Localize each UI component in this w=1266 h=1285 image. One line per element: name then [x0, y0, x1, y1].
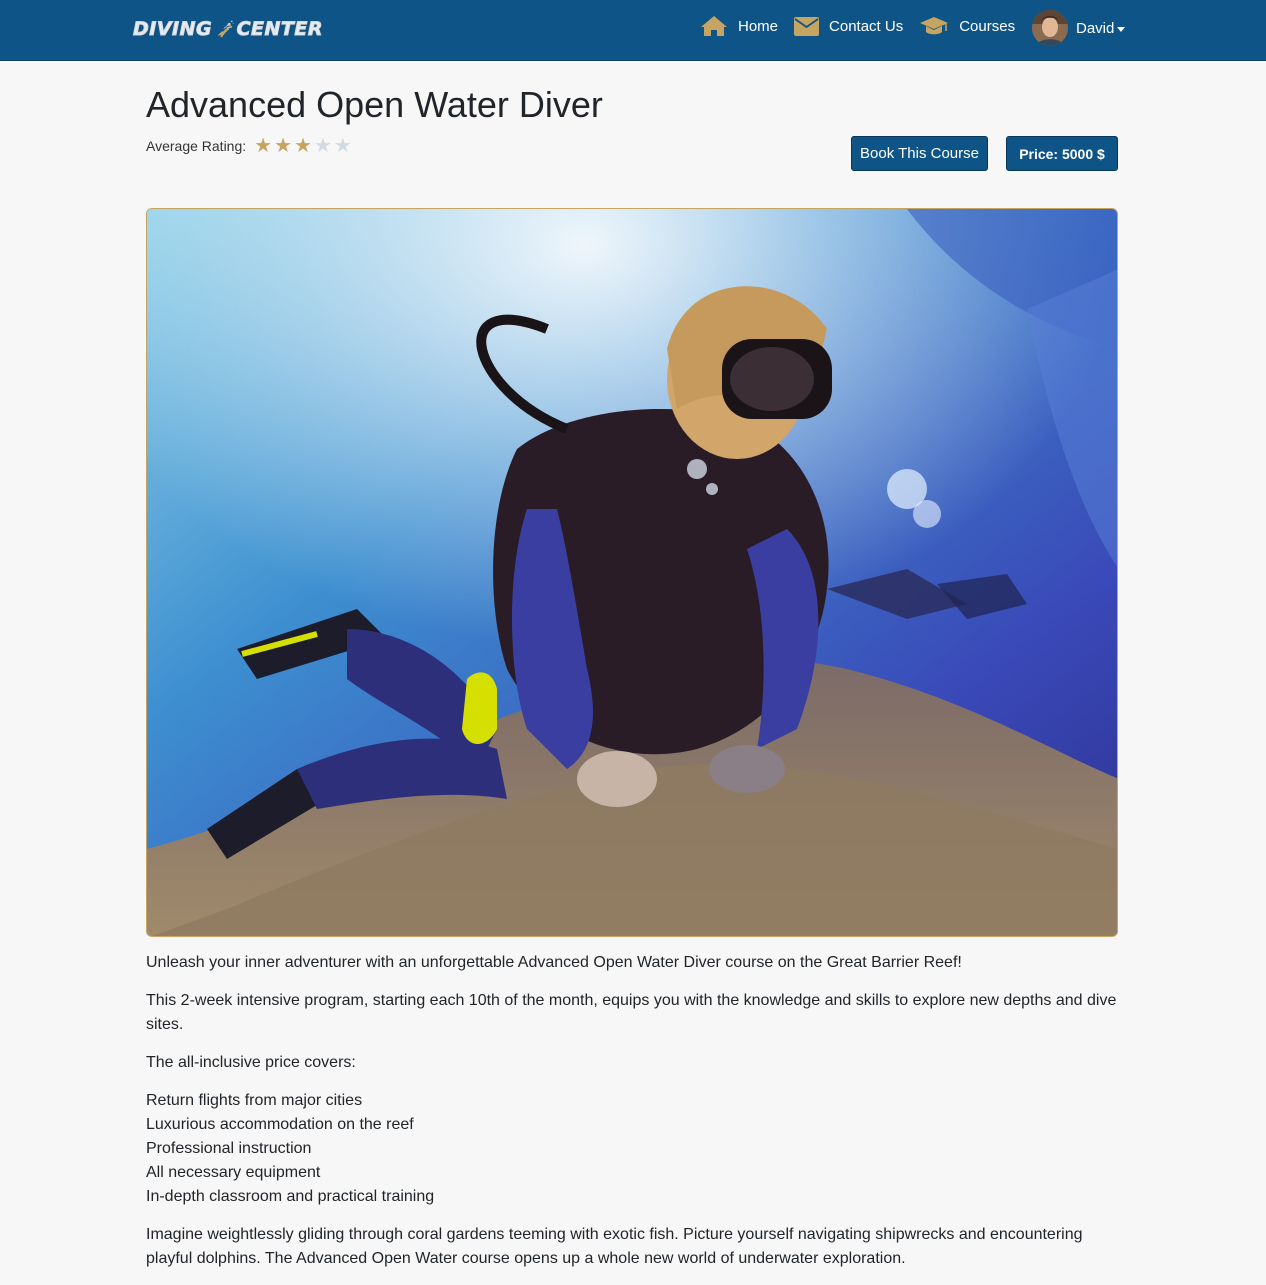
envelope-icon [794, 16, 820, 36]
rating-stars: ★ ★ ★ ★ ★ [254, 136, 354, 156]
star-empty-icon: ★ [333, 135, 352, 157]
rating-label: Average Rating: [146, 138, 247, 154]
list-item: Return flights from major cities [146, 1092, 363, 1109]
nav-courses[interactable]: Courses [919, 16, 1015, 36]
user-menu[interactable]: David [1032, 10, 1126, 46]
nav-courses-label: Courses [959, 17, 1016, 35]
main-nav: Home Contact Us Courses [700, 0, 1031, 52]
list-item: Professional instruction [146, 1140, 312, 1157]
star-filled-icon: ★ [254, 135, 273, 157]
nav-contact-label: Contact Us [829, 17, 904, 35]
home-icon [701, 16, 727, 36]
diving-center-logo[interactable]: DIVING CENTER [132, 8, 323, 50]
list-item: All necessary equipment [146, 1164, 321, 1181]
description-paragraph: This 2-week intensive program, starting … [146, 992, 1117, 1033]
average-rating: Average Rating: ★ ★ ★ ★ ★ [146, 136, 354, 156]
course-description: Unleash your inner adventurer with an un… [146, 951, 1118, 1285]
diver-logo-icon [217, 20, 234, 38]
description-closing: Imagine weightlessly gliding through cor… [146, 1226, 1083, 1267]
top-navbar: DIVING CENTER Home Contact Us Courses Da… [0, 0, 1266, 61]
list-item: Luxurious accommodation on the reef [146, 1116, 414, 1133]
list-item: In-depth classroom and practical trainin… [146, 1188, 435, 1205]
nav-home-label: Home [738, 17, 779, 35]
avatar [1032, 10, 1068, 46]
chevron-down-icon [1117, 26, 1126, 32]
included-list: Return flights from major cities Luxurio… [146, 1089, 1118, 1209]
price-button[interactable]: Price: 5000 $ [1006, 136, 1118, 171]
star-filled-icon: ★ [274, 135, 293, 157]
graduation-cap-icon [920, 17, 949, 35]
book-course-button[interactable]: Book This Course [851, 136, 988, 171]
star-empty-icon: ★ [313, 135, 332, 157]
user-name: David [1076, 19, 1115, 37]
nav-home[interactable]: Home [700, 15, 778, 37]
description-paragraph: Unleash your inner adventurer with an un… [146, 954, 962, 971]
description-paragraph: The all-inclusive price covers: [146, 1054, 356, 1071]
nav-contact[interactable]: Contact Us [794, 16, 904, 36]
page-title: Advanced Open Water Diver [146, 84, 603, 125]
star-filled-icon: ★ [294, 135, 312, 157]
logo-text-left: DIVING [132, 18, 213, 41]
logo-text-right: CENTER [236, 18, 323, 41]
course-hero-image [146, 208, 1118, 937]
